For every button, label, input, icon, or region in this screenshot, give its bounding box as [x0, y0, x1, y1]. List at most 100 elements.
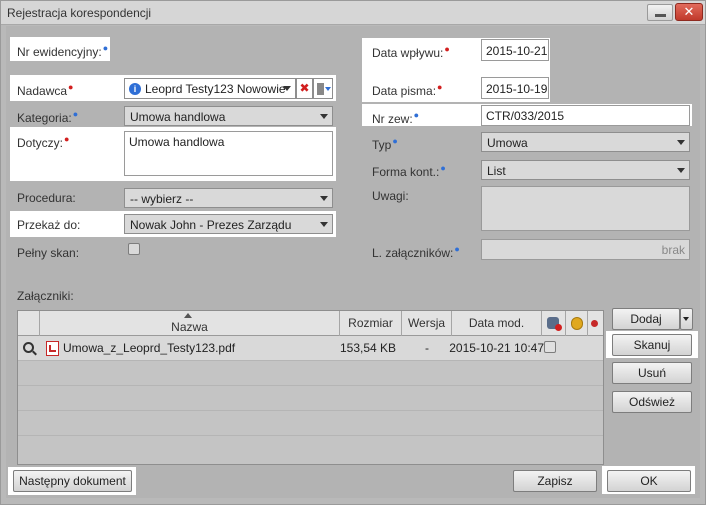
attachments-grid: Nazwa Rozmiar Wersja Data mod. Umowa_z_L… — [17, 310, 604, 465]
chevron-down-icon — [325, 87, 331, 91]
dialog-window: Rejestracja korespondencji ✕ Nr ewidency… — [0, 0, 706, 505]
col-nazwa[interactable]: Nazwa — [40, 311, 340, 336]
pelny-skan-label: Pełny skan: — [17, 246, 80, 260]
data-wplywu-label: Data wpływu:● — [372, 44, 450, 60]
data-wplywu-input[interactable]: 2015-10-21 — [481, 39, 549, 61]
required-icon: ● — [437, 82, 443, 92]
procedura-value: -- wybierz -- — [130, 192, 194, 206]
uwagi-label: Uwagi: — [372, 189, 409, 203]
minimize-button[interactable] — [647, 4, 673, 21]
attachment-name[interactable]: Umowa_z_Leoprd_Testy123.pdf — [63, 336, 235, 361]
przekaz-value: Nowak John - Prezes Zarządu — [130, 218, 292, 232]
nr-ewidencyjny-label: Nr ewidencyjny:● — [17, 43, 109, 59]
forma-kont-value: List — [487, 164, 506, 178]
attachment-checkbox[interactable] — [544, 341, 556, 353]
przekaz-select[interactable]: Nowak John - Prezes Zarządu — [124, 214, 333, 234]
search-icon-handle — [32, 350, 37, 356]
dialog-body: Nr ewidencyjny:● Nadawca● i Leoprd Testy… — [6, 26, 700, 498]
forma-kont-label: Forma kont.:● — [372, 163, 446, 179]
delete-icon: ✖ — [299, 81, 310, 95]
table-row-empty — [18, 361, 603, 386]
ok-button[interactable]: OK — [607, 470, 691, 492]
uwagi-textarea[interactable] — [481, 186, 690, 231]
chevron-down-icon — [677, 168, 685, 173]
dotyczy-textarea[interactable]: Umowa handlowa — [124, 131, 333, 176]
sort-asc-icon — [184, 313, 192, 318]
signature-error-icon — [555, 324, 562, 331]
nr-zew-value: CTR/033/2015 — [486, 109, 565, 123]
chevron-down-icon — [677, 140, 685, 145]
pdf-icon-mark — [49, 345, 56, 352]
chevron-down-icon — [320, 222, 328, 227]
table-row-empty — [18, 436, 603, 461]
dodaj-button[interactable]: Dodaj — [612, 308, 680, 330]
address-book-button[interactable] — [313, 78, 333, 99]
grid-header: Nazwa Rozmiar Wersja Data mod. — [18, 311, 603, 336]
nr-zew-input[interactable]: CTR/033/2015 — [481, 105, 690, 126]
l-zalacznikow-input: brak — [481, 239, 690, 260]
kategoria-label: Kategoria:● — [17, 109, 79, 125]
nadawca-label: Nadawca● — [17, 82, 74, 98]
info-icon: ● — [72, 109, 79, 119]
dotyczy-label: Dotyczy:● — [17, 134, 70, 150]
typ-select[interactable]: Umowa — [481, 132, 690, 152]
nadawca-value: Leoprd Testy123 Nowowie — [145, 82, 286, 96]
attachment-modified: 2015-10-21 10:47 — [449, 341, 544, 355]
info-icon: ● — [102, 43, 109, 53]
next-document-button[interactable]: Następny dokument — [13, 470, 132, 492]
clear-nadawca-button[interactable]: ✖ — [296, 78, 313, 99]
lock-icon — [571, 317, 583, 330]
chevron-down-icon — [283, 86, 291, 91]
nadawca-select[interactable]: i Leoprd Testy123 Nowowie — [124, 78, 296, 99]
procedura-select[interactable]: -- wybierz -- — [124, 188, 333, 208]
procedura-label: Procedura: — [17, 191, 76, 205]
przekaz-label: Przekaż do: — [17, 218, 81, 232]
l-zalacznikow-label: L. załączników:● — [372, 244, 460, 260]
data-wplywu-value: 2015-10-21 — [486, 44, 548, 58]
kategoria-select[interactable]: Umowa handlowa — [124, 106, 333, 126]
info-icon: ● — [454, 244, 460, 254]
nr-zew-label: Nr zew:● — [372, 110, 420, 126]
chevron-down-icon — [320, 196, 328, 201]
pelny-skan-checkbox[interactable] — [128, 243, 140, 255]
typ-value: Umowa — [487, 136, 528, 150]
typ-label: Typ● — [372, 136, 398, 152]
required-icon: ● — [68, 82, 74, 92]
required-icon: ● — [444, 44, 450, 54]
table-row-empty — [18, 411, 603, 436]
table-row-empty — [18, 386, 603, 411]
usun-button[interactable]: Usuń — [612, 362, 692, 384]
save-button[interactable]: Zapisz — [513, 470, 597, 492]
attachments-label: Załączniki: — [17, 289, 74, 303]
l-zalacznikow-value: brak — [661, 243, 685, 257]
pin-icon — [591, 320, 598, 327]
close-button[interactable]: ✕ — [675, 3, 703, 21]
info-icon: ● — [392, 136, 398, 146]
odswiez-button[interactable]: Odśwież — [612, 391, 692, 413]
dodaj-menu-button[interactable] — [680, 308, 693, 330]
contact-info-icon: i — [129, 83, 141, 95]
kategoria-value: Umowa handlowa — [130, 110, 226, 124]
required-icon: ● — [64, 134, 70, 144]
dotyczy-value: Umowa handlowa — [129, 135, 225, 149]
col-wersja[interactable]: Wersja — [402, 311, 452, 336]
chevron-down-icon — [683, 317, 689, 321]
col-lock — [566, 311, 588, 336]
skanuj-button[interactable]: Skanuj — [612, 334, 692, 356]
window-title: Rejestracja korespondencji — [7, 6, 152, 20]
col-sign — [542, 311, 566, 336]
info-icon: ● — [440, 163, 446, 173]
col-nazwa-label: Nazwa — [171, 320, 208, 334]
forma-kont-select[interactable]: List — [481, 160, 690, 180]
attachment-size: 153,54 KB — [340, 341, 397, 355]
data-pisma-label: Data pisma:● — [372, 82, 443, 98]
minimize-icon — [655, 14, 666, 17]
col-data-mod[interactable]: Data mod. — [452, 311, 542, 336]
table-row[interactable]: Umowa_z_Leoprd_Testy123.pdf 153,54 KB - … — [18, 336, 603, 361]
address-book-icon — [317, 83, 324, 95]
data-pisma-input[interactable]: 2015-10-19 — [481, 77, 549, 99]
title-bar[interactable]: Rejestracja korespondencji ✕ — [1, 1, 705, 25]
col-rozmiar[interactable]: Rozmiar — [340, 311, 402, 336]
data-pisma-value: 2015-10-19 — [486, 82, 548, 96]
info-icon: ● — [413, 110, 420, 120]
